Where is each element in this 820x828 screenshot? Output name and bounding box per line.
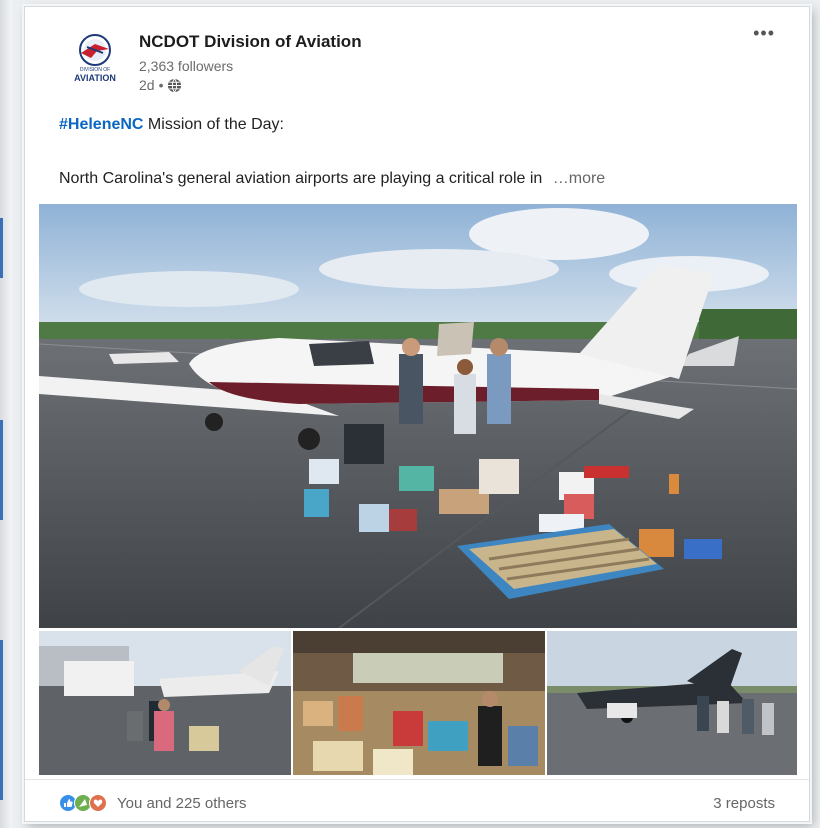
headline-text: Mission of the Day: [143, 116, 284, 133]
reposts-count[interactable]: 3 reposts [713, 795, 775, 812]
globe-icon [168, 78, 182, 92]
post-card: DIVISION OF AVIATION NCDOT Division of A… [24, 6, 810, 822]
post-meta: 2d • [139, 77, 182, 93]
reaction-icons[interactable] [59, 794, 113, 812]
background-window-edge [0, 0, 12, 828]
hashtag-link[interactable]: #HeleneNC [59, 116, 143, 133]
follower-count: 2,363 followers [139, 58, 234, 74]
celebrate-icon [74, 794, 92, 812]
meta-separator: • [158, 77, 164, 93]
svg-text:AVIATION: AVIATION [74, 73, 116, 83]
main-photo[interactable] [39, 204, 797, 628]
reactions-count[interactable]: You and 225 others [117, 795, 247, 812]
photo-thumbnail-1[interactable] [39, 631, 291, 775]
post-time: 2d [139, 77, 155, 93]
love-icon [89, 794, 107, 812]
post-body: North Carolina's general aviation airpor… [59, 170, 605, 188]
photo-thumbnail-2[interactable] [293, 631, 545, 775]
author-name[interactable]: NCDOT Division of Aviation [139, 32, 362, 52]
post-headline: #HeleneNC Mission of the Day: [59, 116, 284, 134]
post-body-text: North Carolina's general aviation airpor… [59, 170, 543, 187]
social-counts-bar: You and 225 others 3 reposts [25, 779, 809, 824]
airplane-relief-photo [39, 204, 797, 628]
edge-mark [0, 218, 3, 278]
photo-thumbnail-3[interactable] [547, 631, 797, 775]
tarmac-loading-photo [39, 631, 291, 775]
see-more-link[interactable]: …more [553, 170, 605, 187]
edge-mark [0, 640, 3, 800]
like-icon [59, 794, 77, 812]
post-header: DIVISION OF AVIATION NCDOT Division of A… [25, 7, 809, 117]
dark-plane-photo [547, 631, 797, 775]
more-options-button[interactable]: ••• [753, 23, 775, 44]
company-logo[interactable]: DIVISION OF AVIATION [69, 31, 121, 87]
edge-mark [0, 420, 3, 520]
hangar-supplies-photo [293, 631, 545, 775]
